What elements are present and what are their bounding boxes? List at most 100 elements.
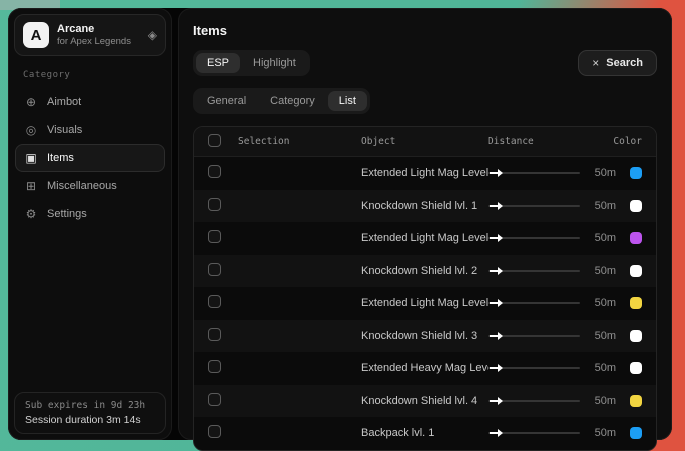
distance-slider[interactable] [488,265,580,277]
header-object: Object [361,136,488,147]
sidebar-item-label: Settings [47,208,87,220]
slider-thumb[interactable] [490,302,498,304]
slider-thumb[interactable] [490,432,498,434]
object-name: Extended Light Mag Level 4 [361,297,488,309]
distance-value: 50m [592,200,616,212]
row-checkbox[interactable] [208,230,221,243]
slider-thumb[interactable] [490,205,498,207]
sidebar-item-label: Aimbot [47,96,81,108]
header-color: Color [613,136,642,147]
sidebar-nav: ⊕ Aimbot ◎ Visuals ▣ Items ⊞ Miscellaneo… [9,88,171,228]
tab-category[interactable]: Category [259,91,326,111]
slider-thumb[interactable] [490,237,498,239]
distance-value: 50m [592,232,616,244]
color-swatch[interactable] [630,362,642,374]
row-checkbox[interactable] [208,393,221,406]
sidebar-item-aimbot[interactable]: ⊕ Aimbot [15,88,165,116]
distance-slider[interactable] [488,395,580,407]
color-swatch[interactable] [630,395,642,407]
distance-slider[interactable] [488,200,580,212]
category-label: Category [23,70,171,80]
session-duration-text: Session duration 3m 14s [25,414,155,426]
search-button-label: Search [606,57,643,69]
desktop-background: A Arcane for Apex Legends ◈ Category ⊕ A… [0,0,685,451]
table-row: Backpack lvl. 1 50m [194,417,656,450]
color-swatch[interactable] [630,330,642,342]
distance-slider[interactable] [488,362,580,374]
table-body: Extended Light Mag Level 2 50m Knockdown… [194,157,656,450]
distance-value: 50m [592,395,616,407]
distance-slider[interactable] [488,232,580,244]
row-checkbox[interactable] [208,295,221,308]
pin-icon[interactable]: ◈ [148,28,157,42]
header-selection: Selection [238,136,361,147]
grid-icon: ⊞ [24,179,38,193]
search-x-icon: × [592,56,599,70]
color-swatch[interactable] [630,200,642,212]
page-title: Items [193,23,657,38]
object-name: Knockdown Shield lvl. 2 [361,265,488,277]
slider-thumb[interactable] [490,400,498,402]
eye-icon: ◎ [24,123,38,137]
table-row: Extended Light Mag Level 3 50m [194,222,656,255]
distance-value: 50m [592,427,616,439]
row-checkbox[interactable] [208,263,221,276]
sidebar-item-items[interactable]: ▣ Items [15,144,165,172]
table-row: Knockdown Shield lvl. 3 50m [194,320,656,353]
sidebar-item-label: Items [47,152,74,164]
object-name: Extended Light Mag Level 2 [361,167,488,179]
table-row: Extended Heavy Mag Level 1 50m [194,352,656,385]
tab-list[interactable]: List [328,91,367,111]
row-checkbox[interactable] [208,328,221,341]
table-row: Knockdown Shield lvl. 4 50m [194,385,656,418]
sidebar-item-label: Visuals [47,124,82,136]
color-swatch[interactable] [630,167,642,179]
tab-esp[interactable]: ESP [196,53,240,73]
distance-slider[interactable] [488,427,580,439]
tab-highlight[interactable]: Highlight [242,53,307,73]
distance-value: 50m [592,167,616,179]
distance-slider[interactable] [488,297,580,309]
toolbar: ESP Highlight × Search [193,50,657,76]
select-all-checkbox[interactable] [208,134,221,147]
distance-slider[interactable] [488,330,580,342]
distance-value: 50m [592,362,616,374]
color-swatch[interactable] [630,297,642,309]
slider-thumb[interactable] [490,172,498,174]
distance-value: 50m [592,297,616,309]
app-logo: A [23,22,49,48]
gear-icon: ⚙ [24,207,38,221]
sidebar: A Arcane for Apex Legends ◈ Category ⊕ A… [8,8,172,440]
sidebar-item-miscellaneous[interactable]: ⊞ Miscellaneous [15,172,165,200]
slider-thumb[interactable] [490,270,498,272]
table-row: Extended Light Mag Level 2 50m [194,157,656,190]
row-checkbox[interactable] [208,198,221,211]
sidebar-item-settings[interactable]: ⚙ Settings [15,200,165,228]
row-checkbox[interactable] [208,360,221,373]
slider-thumb[interactable] [490,335,498,337]
view-tab-group: General Category List [193,88,370,114]
distance-value: 50m [592,265,616,277]
sub-expires-text: Sub expires in 9d 23h [25,400,155,411]
session-info-card: Sub expires in 9d 23h Session duration 3… [14,392,166,434]
distance-value: 50m [592,330,616,342]
object-name: Knockdown Shield lvl. 3 [361,330,488,342]
main-panel: Items ESP Highlight × Search General Cat… [178,8,672,440]
search-button[interactable]: × Search [578,50,657,76]
box-icon: ▣ [24,151,38,165]
sidebar-item-visuals[interactable]: ◎ Visuals [15,116,165,144]
tab-general[interactable]: General [196,91,257,111]
object-name: Backpack lvl. 1 [361,427,488,439]
color-swatch[interactable] [630,427,642,439]
color-swatch[interactable] [630,265,642,277]
row-checkbox[interactable] [208,165,221,178]
slider-thumb[interactable] [490,367,498,369]
sidebar-item-label: Miscellaneous [47,180,117,192]
row-checkbox[interactable] [208,425,221,438]
app-subtitle: for Apex Legends [57,36,140,47]
object-name: Extended Light Mag Level 3 [361,232,488,244]
header-distance: Distance [488,136,616,147]
distance-slider[interactable] [488,167,580,179]
color-swatch[interactable] [630,232,642,244]
crosshair-icon: ⊕ [24,95,38,109]
